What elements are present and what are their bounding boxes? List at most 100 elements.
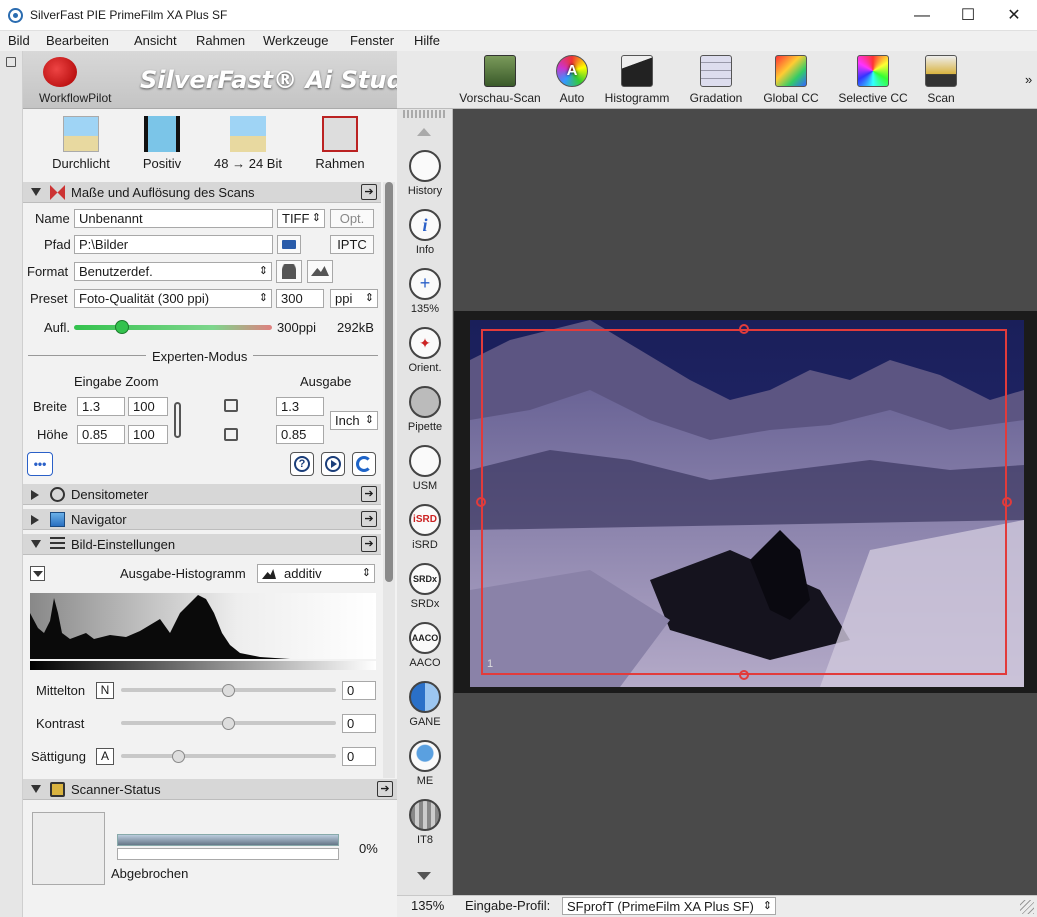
sidebar-me[interactable]: ME xyxy=(398,740,452,787)
workflowpilot-label[interactable]: WorkflowPilot xyxy=(39,91,111,105)
filetype-select[interactable]: TIFF xyxy=(277,209,325,228)
sidebar-isrd[interactable]: iSRD iSRD xyxy=(398,504,452,551)
sidebar-scroll-up-icon[interactable] xyxy=(417,128,431,136)
contrast-input[interactable]: 0 xyxy=(342,714,376,733)
sidebar-info[interactable]: i Info xyxy=(398,209,452,256)
toolbar-gradation[interactable]: Gradation xyxy=(687,55,745,105)
section-header-navigator[interactable]: Navigator ➔ xyxy=(23,509,381,530)
path-input[interactable]: P:\Bilder xyxy=(74,235,273,254)
midtone-input[interactable]: 0 xyxy=(342,681,376,700)
frame-handle-bottom[interactable] xyxy=(739,670,749,680)
quick-bit-depth[interactable]: 48 → 24 Bit xyxy=(210,116,286,171)
saturation-slider-track[interactable] xyxy=(121,754,336,758)
scan-frame-selection[interactable] xyxy=(481,329,1007,675)
workflowpilot-icon[interactable] xyxy=(43,57,77,87)
detach-icon[interactable]: ➔ xyxy=(361,511,377,527)
resolution-slider-track[interactable] xyxy=(74,325,272,330)
midtone-badge[interactable]: N xyxy=(96,682,114,699)
quick-rahmen[interactable]: Rahmen xyxy=(311,116,369,171)
browse-folder-button[interactable] xyxy=(277,235,301,254)
height-zoom-input[interactable]: 100 xyxy=(128,425,168,444)
minimize-button[interactable]: — xyxy=(899,0,945,31)
name-input[interactable]: Unbenannt xyxy=(74,209,273,228)
close-button[interactable]: ✕ xyxy=(991,0,1037,31)
menu-bearbeiten[interactable]: Bearbeiten xyxy=(46,33,109,48)
height-input[interactable]: 0.85 xyxy=(77,425,125,444)
section-header-scanner-status[interactable]: Scanner-Status ➔ xyxy=(23,779,397,800)
menu-bild[interactable]: Bild xyxy=(8,33,30,48)
contrast-slider-knob[interactable] xyxy=(221,717,235,730)
toolbar-histogram[interactable]: Histogramm xyxy=(601,55,673,105)
saturation-badge[interactable]: A xyxy=(96,748,114,765)
sidebar-it8[interactable]: IT8 xyxy=(398,799,452,846)
menu-werkzeuge[interactable]: Werkzeuge xyxy=(263,33,329,48)
resolution-slider-knob[interactable] xyxy=(115,320,129,334)
chain-link-icon[interactable] xyxy=(174,402,181,438)
sidebar-orientation[interactable]: ✦ Orient. xyxy=(398,327,452,374)
scrollbar-thumb[interactable] xyxy=(385,182,393,582)
menu-fenster[interactable]: Fenster xyxy=(350,33,394,48)
saturation-slider-knob[interactable] xyxy=(172,750,186,763)
panel-scrollbar[interactable] xyxy=(383,182,395,778)
options-button[interactable]: Opt. xyxy=(330,209,374,228)
menu-hilfe[interactable]: Hilfe xyxy=(414,33,440,48)
detach-icon[interactable]: ➔ xyxy=(361,486,377,502)
preset-select[interactable]: Foto-Qualität (300 ppi) xyxy=(74,289,272,308)
histogram-mode-select[interactable]: additiv xyxy=(257,564,375,583)
toolbar-scan[interactable]: Scan xyxy=(924,55,958,105)
menu-ansicht[interactable]: Ansicht xyxy=(134,33,177,48)
toolbar-auto[interactable]: A Auto xyxy=(554,55,590,105)
sidebar-label: iSRD xyxy=(412,539,438,551)
histogram-options-toggle[interactable] xyxy=(30,566,45,581)
ppi-input[interactable]: 300 xyxy=(276,289,324,308)
section-header-image-settings[interactable]: Bild-Einstellungen ➔ xyxy=(23,534,381,555)
sidebar-zoom[interactable]: +135% xyxy=(398,268,452,315)
sidebar-grip[interactable] xyxy=(403,110,447,118)
help-button[interactable]: ? xyxy=(290,452,314,476)
frame-handle-left[interactable] xyxy=(476,497,486,507)
maximize-button[interactable]: ☐ xyxy=(945,0,991,31)
iptc-button[interactable]: IPTC xyxy=(330,235,374,254)
sidebar-scroll-down-icon[interactable] xyxy=(417,872,431,880)
width-input[interactable]: 1.3 xyxy=(77,397,125,416)
menu-rahmen[interactable]: Rahmen xyxy=(196,33,245,48)
width-output-input[interactable]: 1.3 xyxy=(276,397,324,416)
unit-select[interactable]: Inch xyxy=(330,411,378,430)
unlock-width-icon[interactable] xyxy=(224,399,238,412)
quick-positiv[interactable]: Positiv xyxy=(136,116,188,171)
width-zoom-input[interactable]: 100 xyxy=(128,397,168,416)
sidebar-pipette[interactable]: Pipette xyxy=(398,386,452,433)
sidebar-usm[interactable]: USM xyxy=(398,445,452,492)
resize-grip[interactable] xyxy=(1020,900,1034,914)
height-output-input[interactable]: 0.85 xyxy=(276,425,324,444)
midtone-slider-knob[interactable] xyxy=(221,684,235,697)
section-header-densitometer[interactable]: Densitometer ➔ xyxy=(23,484,381,505)
toolbar-selective-cc[interactable]: Selective CC xyxy=(835,55,911,105)
quick-durchlicht[interactable]: Durchlicht xyxy=(47,116,115,171)
sidebar-history[interactable]: History xyxy=(398,150,452,197)
detach-icon[interactable]: ➔ xyxy=(377,781,393,797)
saturation-input[interactable]: 0 xyxy=(342,747,376,766)
landscape-orientation-button[interactable] xyxy=(307,260,333,283)
portrait-orientation-button[interactable] xyxy=(276,260,302,283)
play-button[interactable] xyxy=(321,452,345,476)
input-profile-select[interactable]: SFprofT (PrimeFilm XA Plus SF) xyxy=(562,897,776,915)
format-select[interactable]: Benutzerdef. xyxy=(74,262,272,281)
dock-icon[interactable] xyxy=(6,57,16,67)
unlock-height-icon[interactable] xyxy=(224,428,238,441)
frame-handle-top[interactable] xyxy=(739,324,749,334)
frame-handle-right[interactable] xyxy=(1002,497,1012,507)
sidebar-gane[interactable]: GANE xyxy=(398,681,452,728)
toolbar-overflow-button[interactable]: » xyxy=(1025,72,1032,87)
sidebar-srdx[interactable]: SRDx SRDx xyxy=(398,563,452,610)
toolbar-preview-scan[interactable]: Vorschau-Scan xyxy=(457,55,543,105)
detach-icon[interactable]: ➔ xyxy=(361,184,377,200)
detach-icon[interactable]: ➔ xyxy=(361,536,377,552)
sidebar-aaco[interactable]: AACO AACO xyxy=(398,622,452,669)
toolbar-global-cc[interactable]: Global CC xyxy=(760,55,822,105)
more-options-button[interactable]: ••• xyxy=(27,452,53,476)
expert-mode-label[interactable]: Experten-Modus xyxy=(146,349,254,364)
reset-button[interactable] xyxy=(352,452,376,476)
section-header-scan-settings[interactable]: Maße und Auflösung des Scans ➔ xyxy=(23,182,381,203)
ppi-unit-select[interactable]: ppi xyxy=(330,289,378,308)
